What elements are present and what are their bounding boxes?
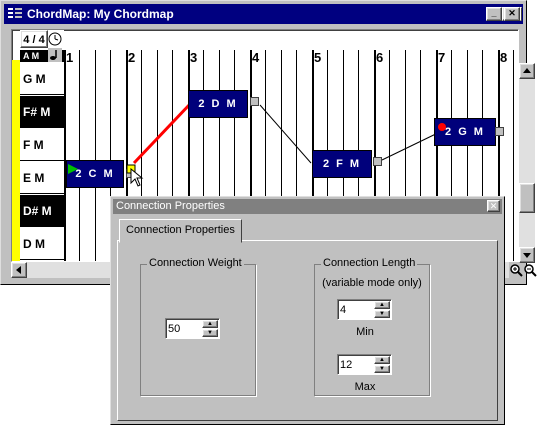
connection-line[interactable] — [259, 104, 312, 164]
group-label: Connection Weight — [147, 257, 244, 269]
chord-block[interactable]: 2 G M — [434, 118, 496, 146]
note-row[interactable]: D# M — [20, 195, 64, 227]
close-icon: ✕ — [489, 201, 498, 211]
note-row[interactable]: E M — [20, 162, 64, 194]
window-edge — [520, 7, 522, 21]
scroll-down-button[interactable] — [519, 247, 535, 263]
decrement-button[interactable]: ▼ — [374, 365, 390, 373]
arrow-up-icon — [523, 68, 531, 73]
weight-input[interactable] — [168, 321, 202, 336]
scroll-up-button[interactable] — [519, 63, 535, 79]
title-bar[interactable]: ChordMap: My Chordmap _ □ — [4, 4, 523, 24]
variable-mode-note: (variable mode only) — [322, 277, 422, 289]
connection-weight-group: Connection Weight ▲ ▼ — [140, 257, 256, 396]
min-label: Min — [356, 326, 374, 338]
dialog-title: Connection Properties — [116, 200, 225, 212]
minimize-button[interactable]: _ — [486, 7, 502, 21]
close-icon: ✕ — [508, 8, 516, 18]
minimize-icon: _ — [491, 8, 497, 18]
vertical-scrollbar[interactable] — [519, 63, 535, 263]
end-dot-icon — [438, 123, 446, 131]
max-input[interactable] — [340, 357, 374, 372]
close-button[interactable]: ✕ — [504, 7, 520, 21]
zoom-in-icon[interactable] — [509, 263, 523, 277]
note-row[interactable]: F# M — [20, 96, 64, 128]
spin-buttons: ▲ ▼ — [374, 356, 390, 373]
chordmap-app-icon[interactable] — [7, 6, 23, 22]
increment-button[interactable]: ▲ — [374, 301, 390, 309]
scroll-thumb[interactable] — [519, 183, 535, 213]
note-column: A M G M F# M F M E M D# M D M — [20, 30, 64, 261]
group-label: Connection Length — [321, 257, 418, 269]
window-title: ChordMap: My Chordmap — [27, 7, 174, 21]
tab-connection-properties[interactable]: Connection Properties — [119, 219, 242, 243]
increment-button[interactable]: ▲ — [374, 356, 390, 364]
chord-block[interactable]: 2 C M — [66, 160, 124, 188]
mouse-cursor-icon — [130, 168, 144, 187]
key-strip — [12, 60, 20, 261]
start-arrow-icon — [68, 164, 78, 174]
connection-length-group: Connection Length (variable mode only) ▲… — [314, 257, 430, 396]
dialog-title-bar[interactable]: Connection Properties ✕ — [113, 199, 502, 214]
connection-handle[interactable] — [250, 97, 259, 106]
connection-properties-dialog: Connection Properties ✕ Connection Prope… — [110, 196, 505, 425]
note-row[interactable]: F M — [20, 129, 64, 161]
increment-button[interactable]: ▲ — [202, 320, 218, 328]
min-stepper[interactable]: ▲ ▼ — [337, 299, 392, 320]
spin-buttons: ▲ ▼ — [374, 301, 390, 318]
decrement-button[interactable]: ▼ — [202, 329, 218, 337]
arrow-left-icon — [16, 266, 21, 274]
time-signature[interactable]: 4 / 4 — [20, 30, 48, 48]
note-row[interactable]: G M — [20, 63, 64, 95]
selected-connection[interactable] — [132, 101, 193, 165]
chord-block[interactable]: 2 F M — [312, 150, 372, 178]
clock-icon[interactable] — [48, 32, 62, 46]
scroll-left-button[interactable] — [11, 262, 27, 278]
arrow-down-icon — [523, 253, 531, 258]
dialog-close-button[interactable]: ✕ — [487, 200, 500, 212]
note-row[interactable]: D M — [20, 228, 64, 260]
music-note-icon[interactable] — [48, 48, 62, 62]
weight-stepper[interactable]: ▲ ▼ — [165, 318, 220, 339]
decrement-button[interactable]: ▼ — [374, 310, 390, 318]
chord-block[interactable]: 2 D M — [188, 90, 248, 118]
max-label: Max — [354, 381, 376, 393]
connection-handle[interactable] — [495, 127, 504, 136]
max-stepper[interactable]: ▲ ▼ — [337, 354, 392, 375]
tab-panel: Connection Weight ▲ ▼ Connection Length … — [117, 240, 498, 421]
spin-buttons: ▲ ▼ — [202, 320, 218, 337]
min-input[interactable] — [340, 302, 374, 317]
zoom-out-icon[interactable] — [523, 263, 537, 277]
connection-handle[interactable] — [373, 157, 382, 166]
